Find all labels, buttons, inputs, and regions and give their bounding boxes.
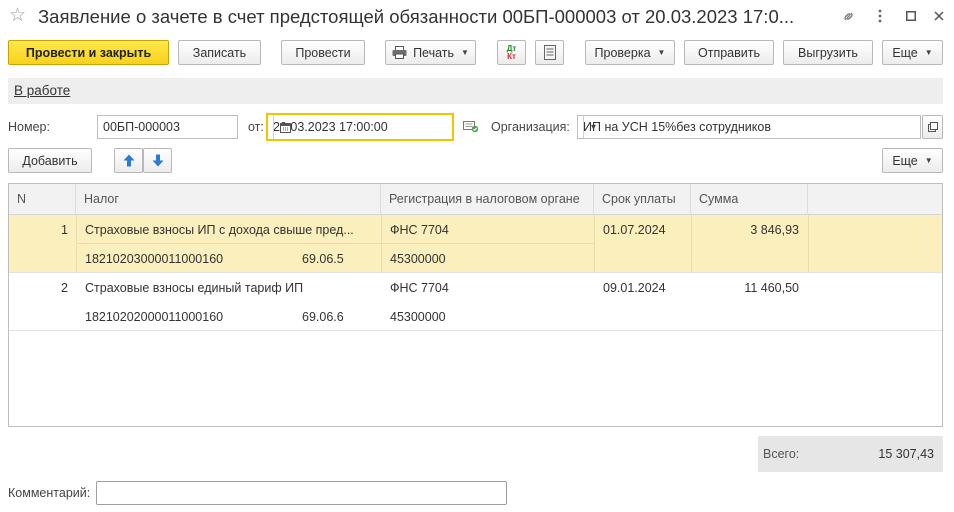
document-list-icon	[543, 45, 556, 60]
check-label: Проверка	[594, 45, 651, 60]
export-button[interactable]: Выгрузить	[783, 40, 873, 65]
move-up-button[interactable]	[114, 148, 143, 173]
organization-value: ИП на УСН 15%без сотрудников	[583, 120, 771, 134]
column-header-due-date[interactable]: Срок уплаты	[594, 184, 691, 215]
table-header: N Налог Регистрация в налоговом органе С…	[9, 184, 942, 215]
chevron-down-icon[interactable]: ▾	[583, 116, 603, 138]
chevron-down-icon: ▼	[924, 48, 933, 57]
arrow-up-icon	[123, 154, 135, 167]
account-code: 69.06.6	[302, 310, 344, 324]
tax-name: Страховые взносы ИП с дохода свыше пред.…	[85, 223, 354, 237]
date-field[interactable]: 20.03.2023 17:00:00	[266, 113, 454, 141]
total-label: Всего:	[763, 447, 800, 461]
row-divider	[808, 215, 809, 273]
row-divider	[76, 243, 594, 244]
column-header-n[interactable]: N	[9, 184, 76, 215]
status-bar	[8, 78, 943, 104]
post-button[interactable]: Провести	[281, 40, 365, 65]
more-button[interactable]: Еще ▼	[882, 40, 943, 65]
organization-field[interactable]: ИП на УСН 15%без сотрудников ▾	[577, 115, 921, 139]
taxes-table[interactable]: N Налог Регистрация в налоговом органе С…	[8, 183, 943, 427]
table-row[interactable]: 1 Страховые взносы ИП с дохода свыше пре…	[9, 215, 942, 273]
maximize-icon[interactable]	[901, 6, 921, 26]
link-icon[interactable]	[838, 6, 858, 26]
calendar-icon[interactable]	[273, 115, 297, 139]
number-label: Номер:	[8, 120, 50, 134]
dt-kt-button[interactable]: Дт Кт	[497, 40, 526, 65]
move-down-button[interactable]	[143, 148, 172, 173]
post-label: Провести	[295, 45, 351, 60]
table-more-button[interactable]: Еще ▼	[882, 148, 943, 173]
status-link[interactable]: В работе	[14, 83, 70, 98]
comment-label: Комментарий:	[8, 486, 91, 500]
tax-office: ФНС 7704	[390, 223, 449, 237]
arrow-down-icon	[152, 154, 164, 167]
tax-office: ФНС 7704	[390, 281, 449, 295]
date-label: от:	[248, 120, 264, 134]
row-number: 1	[61, 223, 68, 237]
more-label: Еще	[892, 45, 918, 60]
chevron-down-icon: ▼	[461, 48, 469, 57]
post-and-close-label: Провести и закрыть	[25, 45, 152, 60]
add-row-button[interactable]: Добавить	[8, 148, 92, 173]
send-button[interactable]: Отправить	[684, 40, 774, 65]
open-window-icon	[927, 122, 938, 132]
kbk-code: 18210202000011000160	[85, 310, 224, 324]
comment-input[interactable]	[96, 481, 507, 505]
kt-label: Кт	[507, 51, 516, 61]
row-divider	[691, 215, 692, 273]
oktmo-code: 45300000	[390, 310, 446, 324]
row-divider	[594, 215, 595, 273]
table-row[interactable]: 2 Страховые взносы единый тариф ИП 18210…	[9, 273, 942, 331]
print-label: Печать	[413, 45, 455, 60]
row-divider	[76, 215, 77, 273]
close-icon[interactable]	[929, 6, 949, 26]
number-value: 00БП-000003	[103, 120, 180, 134]
amount: 11 460,50	[744, 281, 799, 295]
number-field[interactable]: 00БП-000003	[97, 115, 238, 139]
amount: 3 846,93	[750, 223, 799, 237]
column-header-amount[interactable]: Сумма	[691, 184, 808, 215]
row-number: 2	[61, 281, 68, 295]
more-vertical-icon[interactable]	[870, 6, 890, 26]
organization-label: Организация:	[491, 120, 570, 134]
check-button[interactable]: Проверка ▼	[585, 40, 675, 65]
printer-icon	[392, 46, 407, 59]
due-date: 09.01.2024	[603, 281, 666, 295]
tax-name: Страховые взносы единый тариф ИП	[85, 281, 304, 295]
send-label: Отправить	[698, 45, 760, 60]
column-header-registration[interactable]: Регистрация в налоговом органе	[381, 184, 594, 215]
chevron-down-icon: ▼	[657, 48, 666, 57]
save-label: Записать	[192, 45, 247, 60]
row-divider	[381, 215, 382, 273]
dt-kt-icon: Дт Кт	[507, 44, 517, 61]
due-date: 01.07.2024	[603, 223, 666, 237]
column-header-tax[interactable]: Налог	[76, 184, 381, 215]
add-row-label: Добавить	[22, 153, 78, 168]
save-button[interactable]: Записать	[178, 40, 261, 65]
journal-button[interactable]	[535, 40, 564, 65]
open-organization-button[interactable]	[922, 115, 943, 139]
account-code: 69.06.5	[302, 252, 344, 266]
org-history-icon[interactable]	[463, 119, 479, 136]
total-value: 15 307,43	[878, 447, 934, 461]
export-label: Выгрузить	[798, 45, 858, 60]
chevron-down-icon: ▼	[924, 156, 933, 165]
oktmo-code: 45300000	[390, 252, 446, 266]
favorite-star-icon[interactable]: ☆	[9, 6, 26, 26]
print-button[interactable]: Печать ▼	[385, 40, 476, 65]
post-and-close-button[interactable]: Провести и закрыть	[8, 40, 169, 65]
window-title: Заявление о зачете в счет предстоящей об…	[38, 6, 795, 27]
kbk-code: 18210203000011000160	[85, 252, 224, 266]
table-more-label: Еще	[892, 153, 918, 168]
